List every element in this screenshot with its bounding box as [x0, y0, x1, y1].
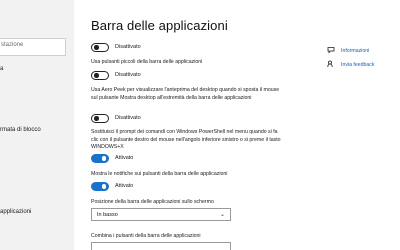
sidebar-item-label: rmata di blocco: [0, 127, 41, 133]
position-dropdown[interactable]: In basso ⌄: [91, 208, 231, 221]
aero-peek-toggle[interactable]: [91, 114, 109, 123]
toggle-knob: [94, 116, 99, 121]
search-settings-input[interactable]: stazione: [0, 38, 66, 56]
badges-state: Attivato: [115, 183, 134, 189]
powershell-label: Sostituisci il prompt dei comandi con Wi…: [91, 129, 281, 151]
aero-peek-label: Usa Aero Peek per visualizzare l'antepri…: [91, 87, 280, 101]
page-title: Barra delle applicazioni: [91, 18, 228, 33]
powershell-toggle[interactable]: [91, 154, 109, 163]
feedback-icon: [327, 60, 333, 68]
position-value: In basso: [97, 212, 118, 218]
badges-toggle[interactable]: [91, 182, 109, 191]
toggle-knob: [101, 184, 106, 189]
sidebar: stazione a rmata di blocco applicazioni: [0, 0, 74, 250]
search-placeholder: stazione: [1, 42, 24, 48]
sidebar-item-home[interactable]: a: [0, 66, 3, 72]
send-feedback-link[interactable]: Invia feedback: [341, 62, 374, 68]
toggle-knob: [101, 156, 106, 161]
small-buttons-state: Disattivato: [115, 72, 141, 78]
aero-peek-state: Disattivato: [115, 115, 141, 121]
toggle-knob: [94, 45, 99, 50]
chat-help-icon: [327, 47, 335, 54]
combine-label: Combina i pulsanti della barra delle app…: [91, 233, 201, 239]
sidebar-item-lock-screen[interactable]: rmata di blocco: [0, 127, 41, 133]
sidebar-item-taskbar[interactable]: applicazioni: [0, 209, 31, 215]
powershell-state: Attivato: [115, 155, 134, 161]
combine-dropdown[interactable]: [91, 242, 231, 250]
info-link[interactable]: Informazioni: [341, 48, 369, 54]
position-label: Posizione della barra delle applicazioni…: [91, 199, 214, 205]
toggle-knob: [94, 73, 99, 78]
sidebar-item-label: applicazioni: [0, 209, 32, 215]
lock-taskbar-state: Disattivato: [115, 44, 141, 50]
badges-label: Mostra le notifiche sui pulsanti della b…: [91, 171, 228, 177]
chevron-down-icon: ⌄: [219, 212, 225, 218]
small-buttons-toggle[interactable]: [91, 71, 109, 80]
lock-taskbar-toggle[interactable]: [91, 43, 109, 52]
small-buttons-label: Usa pulsanti piccoli della barra delle a…: [91, 59, 203, 65]
sidebar-item-label: a: [0, 66, 4, 72]
